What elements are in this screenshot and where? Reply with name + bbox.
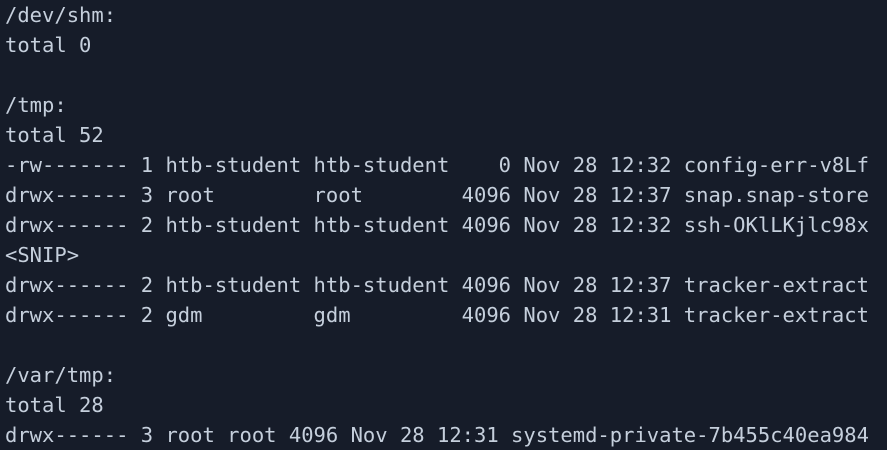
terminal-line: /dev/shm: <box>5 3 117 27</box>
terminal-line: drwx------ 3 root root 4096 Nov 28 12:37… <box>5 183 869 207</box>
terminal-output: /dev/shm: total 0/tmp: total 52 -rw------- … <box>5 0 869 450</box>
terminal-line: drwx------ 3 root root 4096 Nov 28 12:31… <box>5 423 869 447</box>
terminal-line: total 0 <box>5 33 92 57</box>
terminal-line: <SNIP> <box>5 243 80 267</box>
terminal-line: drwx------ 2 gdm gdm 4096 Nov 28 12:31 t… <box>5 303 869 327</box>
terminal-line: drwx------ 2 htb-student htb-student 409… <box>5 273 869 297</box>
terminal-line: total 28 <box>5 393 104 417</box>
terminal-line: drwx------ 2 htb-student htb-student 409… <box>5 213 869 237</box>
terminal-line: /tmp: <box>5 93 67 117</box>
terminal-line: total 52 <box>5 123 104 147</box>
terminal-line: /var/tmp: <box>5 363 117 387</box>
terminal-line: -rw------- 1 htb-student htb-student 0 N… <box>5 153 869 177</box>
